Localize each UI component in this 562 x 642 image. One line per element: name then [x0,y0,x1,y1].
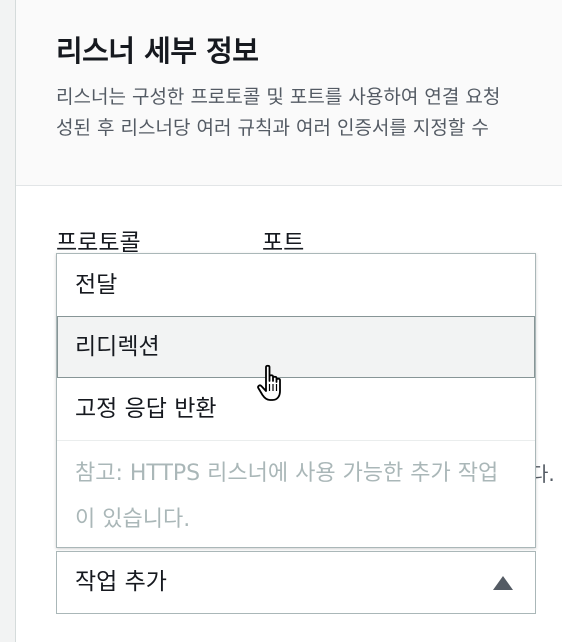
dropdown-divider [57,440,535,441]
dropdown-option-redirect[interactable]: 리디렉션 [57,316,535,378]
add-action-select-value: 작업 추가 [75,569,167,595]
add-action-select[interactable]: 작업 추가 [56,551,536,614]
panel-header: 리스너 세부 정보 리스너는 구성한 프로토콜 및 포트를 사용하여 연결 요청… [16,0,562,186]
panel-description: 리스너는 구성한 프로토콜 및 포트를 사용하여 연결 요청 성된 후 리스너당… [56,82,562,144]
panel-description-line: 성된 후 리스너당 여러 규칙과 여러 인증서를 지정할 수 [56,117,489,139]
side-rail [0,0,16,642]
protocol-label: 프로토콜 [56,230,141,256]
dropdown-option-forward[interactable]: 전달 [57,254,535,316]
dropdown-option-fixed-response[interactable]: 고정 응답 반환 [57,378,535,440]
port-label: 포트 [262,230,305,256]
panel-title: 리스너 세부 정보 [56,34,259,68]
action-dropdown-menu: 전달 리디렉션 고정 응답 반환 참고: HTTPS 리스너에 사용 가능한 추… [56,253,536,548]
dropdown-note: 참고: HTTPS 리스너에 사용 가능한 추가 작업이 있습니다. [75,461,499,532]
caret-up-icon [493,576,513,590]
panel-description-line: 리스너는 구성한 프로토콜 및 포트를 사용하여 연결 요청 [56,86,501,108]
